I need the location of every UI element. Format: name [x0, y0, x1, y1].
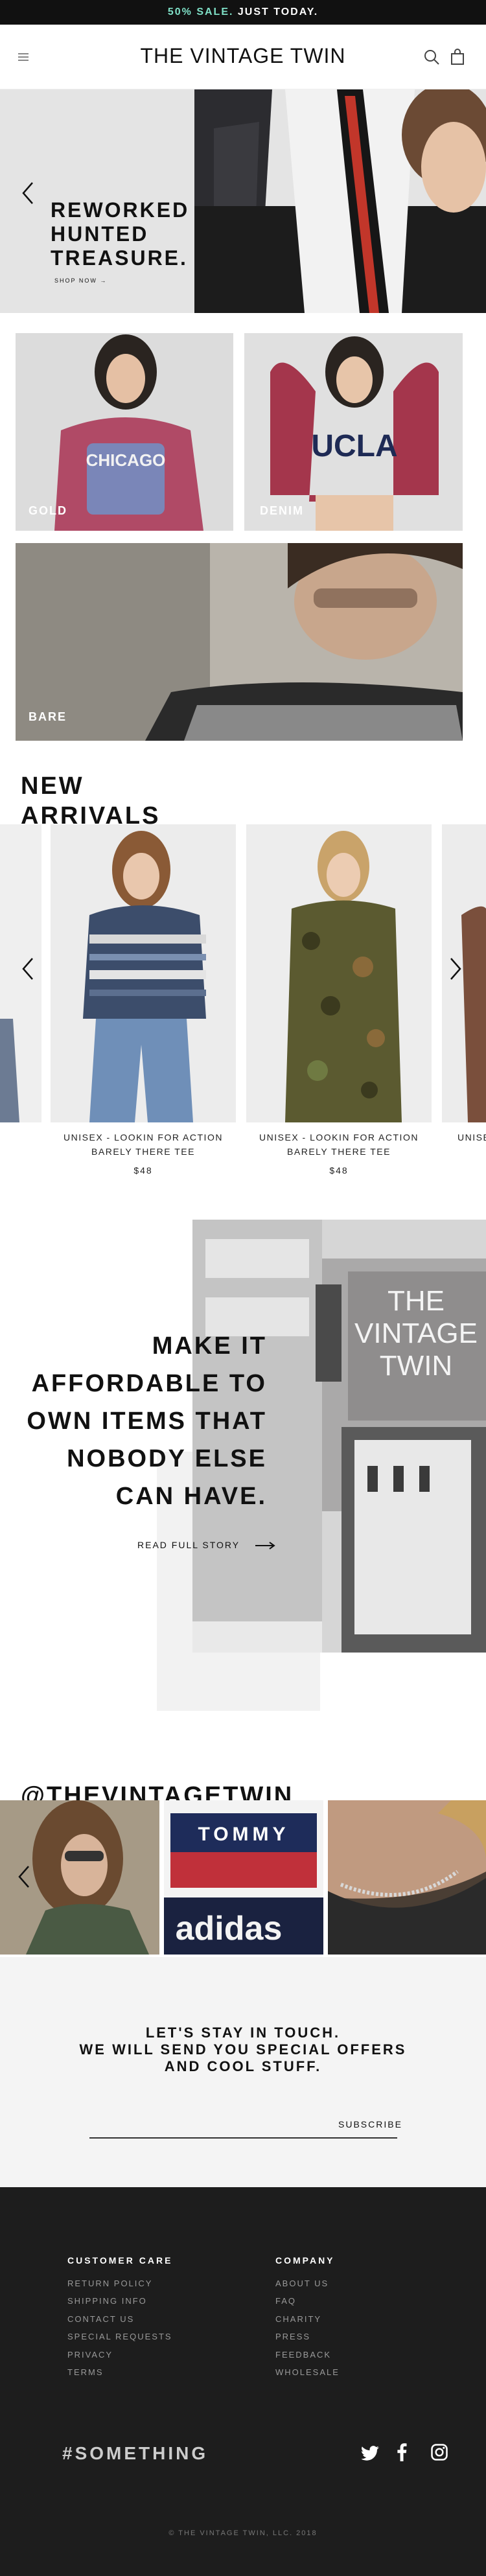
- hero-title-text: REWORKED HUNTED TREASURE.: [51, 198, 189, 270]
- product-1-price: $48: [133, 1165, 153, 1176]
- instagram-post-3[interactable]: [328, 1800, 486, 1955]
- category-label-denim: DENIM: [260, 504, 304, 517]
- read-full-story-label: READ FULL STORY: [137, 1540, 240, 1550]
- tommy-text: TOMMY: [198, 1824, 289, 1845]
- adidas-text: adidas: [176, 1910, 283, 1947]
- category-tile-bare[interactable]: BARE: [16, 543, 463, 741]
- footer-link-feedback[interactable]: FEEDBACK: [275, 2346, 340, 2363]
- story-quote-line4: NOBODY ELSE: [67, 1445, 267, 1472]
- category-label-bare: BARE: [29, 710, 67, 723]
- store-sign-line1: THE: [388, 1285, 445, 1317]
- instagram-icon[interactable]: [431, 2444, 448, 2461]
- shopping-bag-icon[interactable]: [448, 48, 467, 66]
- product-1-name[interactable]: UNISEX - LOOKIN FOR ACTION BARELY THERE …: [51, 1130, 236, 1159]
- footer-link-return-policy[interactable]: RETURN POLICY: [67, 2275, 172, 2292]
- footer-link-contact-us[interactable]: CONTACT US: [67, 2310, 172, 2328]
- store-sign-line3: TWIN: [380, 1350, 452, 1382]
- arrow-right-icon: [255, 1542, 275, 1550]
- store-sign-line2: VINTAGE: [354, 1317, 478, 1349]
- product-2-name-line1: UNISEX - LOOKIN FOR ACTION: [259, 1132, 419, 1143]
- story-quote: MAKE IT AFFORDABLE TO OWN ITEMS THAT NOB…: [0, 1327, 267, 1515]
- hero-title-line1: REWORKED: [51, 198, 190, 222]
- instagram-post-2-image: TOMMY adidas: [164, 1800, 323, 1955]
- category-denim-shirt-text: UCLA: [311, 429, 397, 463]
- newsletter-line3: AND COOL STUFF.: [164, 2058, 322, 2074]
- product-card-2[interactable]: [246, 824, 432, 1122]
- product-3-name[interactable]: UNISE: [457, 1130, 486, 1144]
- product-2-name[interactable]: UNISEX - LOOKIN FOR ACTION BARELY THERE …: [246, 1130, 432, 1159]
- category-gold-image: CHICAGO: [16, 333, 233, 531]
- carousel-prev-icon[interactable]: [18, 956, 38, 982]
- footer-link-charity[interactable]: CHARITY: [275, 2310, 340, 2328]
- category-tile-denim[interactable]: UCLA DENIM: [244, 333, 463, 531]
- product-2-image: [246, 824, 432, 1122]
- site-header: THE VINTAGE TWIN: [0, 25, 486, 89]
- story-quote-line1: MAKE IT: [152, 1332, 267, 1360]
- footer-link-press[interactable]: PRESS: [275, 2328, 340, 2345]
- newsletter-line2: WE WILL SEND YOU SPECIAL OFFERS: [79, 2041, 407, 2058]
- footer-link-privacy[interactable]: PRIVACY: [67, 2346, 172, 2363]
- chevron-left-icon[interactable]: [18, 180, 38, 206]
- product-1-image: [51, 824, 236, 1122]
- category-label-gold: GOLD: [29, 504, 67, 517]
- subscribe-button[interactable]: SUBSCRIBE: [338, 2119, 402, 2129]
- customer-care-links: RETURN POLICY SHIPPING INFO CONTACT US S…: [67, 2275, 172, 2381]
- footer-hashtag[interactable]: #SOMETHING: [62, 2443, 208, 2464]
- footer-link-faq[interactable]: FAQ: [275, 2292, 340, 2310]
- company-title: COMPANY: [275, 2255, 335, 2266]
- promo-rest: JUST TODAY.: [233, 6, 319, 17]
- shop-now-link[interactable]: SHOP NOW →: [54, 277, 107, 284]
- product-1-name-line1: UNISEX - LOOKIN FOR ACTION: [64, 1132, 223, 1143]
- footer-link-terms[interactable]: TERMS: [67, 2363, 172, 2381]
- twitter-icon[interactable]: [362, 2444, 380, 2461]
- search-icon[interactable]: [422, 48, 441, 66]
- newsletter-text: LET'S STAY IN TOUCH. WE WILL SEND YOU SP…: [0, 2025, 486, 2075]
- facebook-icon[interactable]: [397, 2443, 407, 2461]
- instagram-post-3-image: [328, 1800, 486, 1955]
- carousel-next-icon[interactable]: [446, 956, 465, 982]
- product-2-price: $48: [329, 1165, 349, 1176]
- category-denim-image: UCLA: [244, 333, 463, 531]
- new-arrivals-title: NEW ARRIVALS: [21, 771, 160, 831]
- site-footer: [0, 2187, 486, 2576]
- promo-sale: 50% SALE.: [167, 6, 234, 17]
- instagram-post-2[interactable]: TOMMY adidas: [164, 1800, 323, 1955]
- hero-title-line2: HUNTED: [51, 222, 149, 246]
- category-gold-shirt-text: CHICAGO: [86, 450, 166, 470]
- hero-title-line3: TREASURE.: [51, 246, 188, 270]
- story-quote-line2: AFFORDABLE TO: [31, 1370, 267, 1397]
- read-full-story-link[interactable]: READ FULL STORY: [137, 1540, 276, 1550]
- product-2-name-line2: BARELY THERE TEE: [287, 1146, 391, 1157]
- newsletter-line1: LET'S STAY IN TOUCH.: [145, 2025, 341, 2041]
- story-quote-line3: OWN ITEMS THAT: [27, 1408, 267, 1435]
- product-1-name-line2: BARELY THERE TEE: [91, 1146, 195, 1157]
- instagram-prev-icon[interactable]: [14, 1864, 34, 1890]
- promo-bar: 50% SALE. JUST TODAY.: [0, 0, 486, 25]
- footer-link-about-us[interactable]: ABOUT US: [275, 2275, 340, 2292]
- new-arrivals-line1: NEW: [21, 772, 84, 800]
- instagram-post-1[interactable]: [0, 1800, 159, 1955]
- category-tile-gold[interactable]: CHICAGO GOLD: [16, 333, 233, 531]
- footer-link-wholesale[interactable]: WHOLESALE: [275, 2363, 340, 2381]
- product-card-1[interactable]: [51, 824, 236, 1122]
- category-bare-image: [16, 543, 463, 741]
- site-logo[interactable]: THE VINTAGE TWIN: [0, 44, 486, 68]
- story-quote-line5: CAN HAVE.: [115, 1483, 267, 1510]
- customer-care-title: CUSTOMER CARE: [67, 2255, 173, 2266]
- footer-link-shipping-info[interactable]: SHIPPING INFO: [67, 2292, 172, 2310]
- footer-link-special-requests[interactable]: SPECIAL REQUESTS: [67, 2328, 172, 2345]
- copyright: © THE VINTAGE TWIN, LLC. 2018: [168, 2529, 318, 2537]
- page: 50% SALE. JUST TODAY. THE VINTAGE TWIN R…: [0, 0, 486, 2576]
- company-links: ABOUT US FAQ CHARITY PRESS FEEDBACK WHOL…: [275, 2275, 340, 2381]
